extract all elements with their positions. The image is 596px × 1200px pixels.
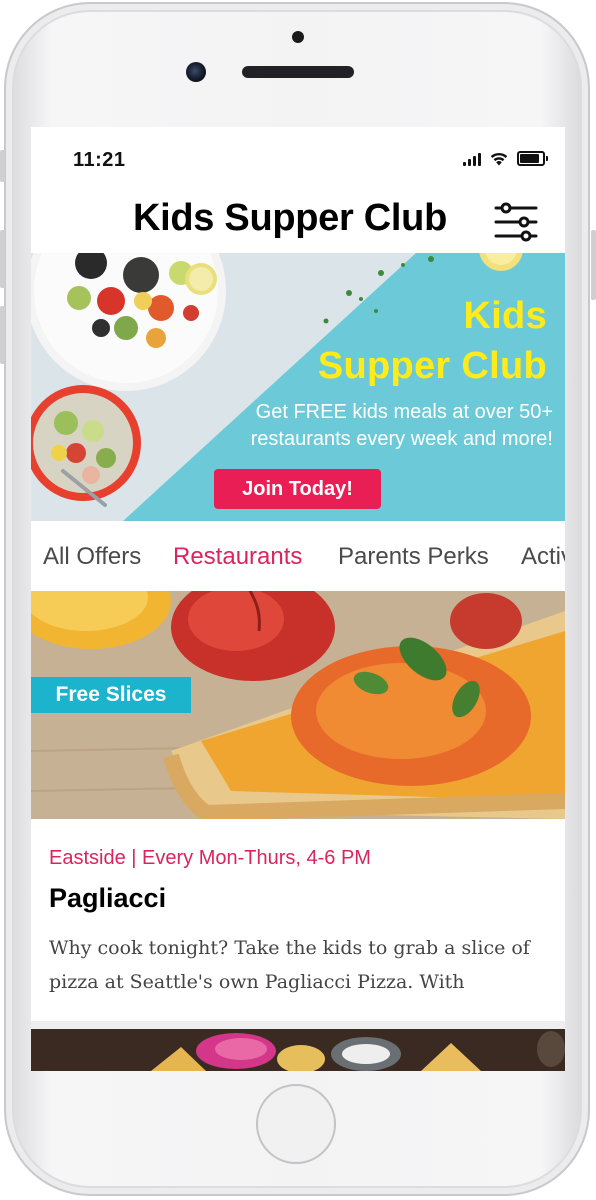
- offer-title[interactable]: Pagliacci: [49, 883, 166, 914]
- battery-level: [520, 154, 539, 163]
- hero-title-line-2: Supper Club: [317, 345, 547, 387]
- proximity-sensor: [292, 31, 304, 43]
- card-divider: [31, 1021, 565, 1029]
- tab-activities[interactable]: Activities: [521, 543, 565, 571]
- offer-description: Why cook tonight? Take the kids to grab …: [49, 937, 530, 993]
- volume-down-button: [0, 306, 5, 364]
- wifi-icon: [490, 152, 508, 166]
- offer-tag: Free Slices: [31, 677, 191, 713]
- hero-title-line-1: Kids: [463, 295, 547, 337]
- nachos-photo: [31, 1029, 565, 1071]
- volume-up-button: [0, 230, 5, 288]
- app-screen: 11:21 Kids Supper Club Kids Supper Club …: [31, 127, 565, 1071]
- tab-all-offers[interactable]: All Offers: [43, 543, 141, 571]
- cellular-signal-icon: [463, 152, 481, 166]
- category-tabs: All Offers Restaurants Parents Perks Act…: [31, 521, 565, 591]
- app-title: Kids Supper Club: [133, 197, 447, 239]
- battery-icon: [517, 151, 548, 166]
- filter-sliders-icon[interactable]: [493, 199, 539, 245]
- home-button[interactable]: [256, 1084, 336, 1164]
- hero-banner[interactable]: Kids Supper Club Get FREE kids meals at …: [31, 253, 565, 521]
- tab-parents-perks[interactable]: Parents Perks: [338, 543, 489, 571]
- front-camera: [186, 62, 206, 82]
- next-offer-image[interactable]: [31, 1029, 565, 1071]
- app-header: Kids Supper Club: [31, 189, 565, 253]
- hero-description-line-1: Get FREE kids meals at over 50+: [255, 401, 553, 423]
- status-icons: [463, 151, 548, 166]
- status-time: 11:21: [73, 149, 126, 171]
- power-button: [591, 230, 596, 300]
- offer-location-schedule: Eastside | Every Mon-Thurs, 4-6 PM: [49, 847, 371, 869]
- status-bar: 11:21: [31, 127, 565, 187]
- tab-restaurants[interactable]: Restaurants: [173, 543, 302, 571]
- hero-description-line-2: restaurants every week and more!: [250, 428, 553, 450]
- join-today-button[interactable]: Join Today!: [214, 469, 381, 509]
- mute-switch: [0, 150, 5, 182]
- earpiece-speaker: [242, 66, 354, 78]
